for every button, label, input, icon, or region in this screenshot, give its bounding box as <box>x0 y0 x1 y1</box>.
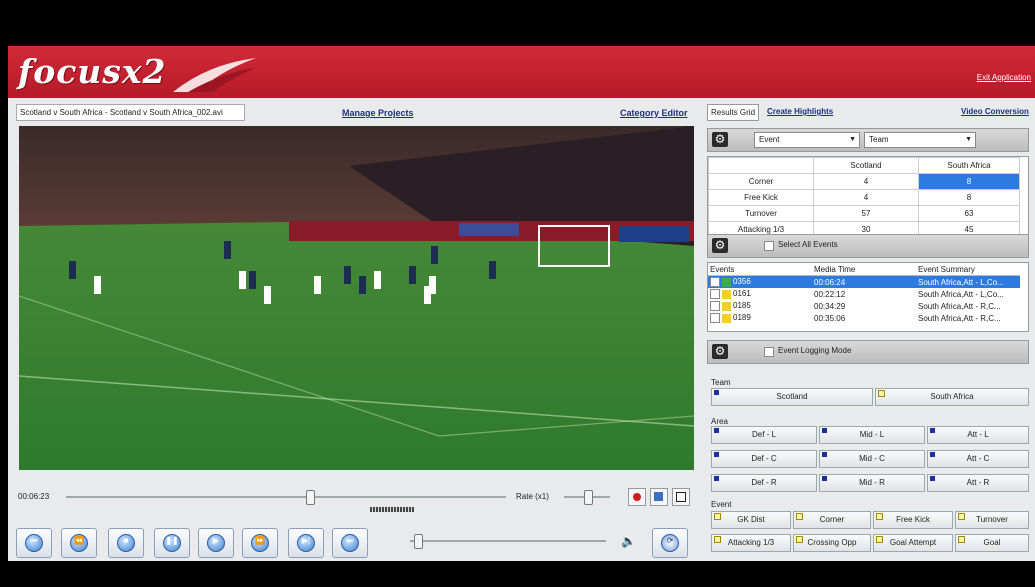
rewind-button[interactable]: ⏪ <box>61 528 97 558</box>
fast-forward-icon: ⏩ <box>251 534 269 552</box>
grid-row[interactable]: Corner 4 8 <box>708 173 1020 190</box>
events-table: Events Media Time Event Summary 0356 00:… <box>707 262 1029 332</box>
tab-results-grid[interactable]: Results Grid <box>707 104 760 121</box>
area-att-r-button[interactable]: Att - R <box>927 474 1029 492</box>
football-match-frame <box>19 126 694 470</box>
logo-swoosh-icon <box>173 58 256 92</box>
sync-button[interactable]: ⟳ <box>652 528 688 558</box>
skip-end-button[interactable]: ⏭ <box>332 528 368 558</box>
event-goal-button[interactable]: Goal <box>955 534 1029 552</box>
timeline-track[interactable] <box>66 496 506 498</box>
clip-icon <box>654 492 663 501</box>
events-header-row: Events Media Time Event Summary <box>708 263 1020 276</box>
event-row[interactable]: 0356 00:06:24 South Africa,Att - L,Co... <box>708 275 1020 288</box>
event-crossing-opp-button[interactable]: Crossing Opp <box>793 534 871 552</box>
area-def-l-button[interactable]: Def - L <box>711 426 817 444</box>
stop-icon: ■ <box>117 534 135 552</box>
speaker-icon[interactable]: 🔈 <box>621 534 636 548</box>
event-logging-label: Event Logging Mode <box>778 346 852 355</box>
volume-thumb[interactable] <box>414 534 423 549</box>
video-player[interactable] <box>19 126 694 470</box>
select-all-toolbar: ⚙ Select All Events <box>707 234 1029 258</box>
fast-forward-button[interactable]: ⏩ <box>242 528 278 558</box>
chevron-down-icon: ▼ <box>849 136 856 143</box>
record-button[interactable] <box>628 488 646 506</box>
step-forward-icon: ▶| <box>297 534 315 552</box>
volume-track[interactable] <box>410 540 606 542</box>
results-grid: Scotland South Africa Corner 4 8 Free Kick… <box>707 156 1029 236</box>
play-button[interactable]: ▶ <box>198 528 234 558</box>
event-row[interactable]: 0161 00:22:12 South Africa,Att - L,Co... <box>708 288 1020 300</box>
area-att-c-button[interactable]: Att - C <box>927 450 1029 468</box>
play-icon: ▶ <box>207 534 225 552</box>
area-section-label: Area <box>711 417 728 426</box>
event-dropdown[interactable]: Event ▼ <box>754 132 860 148</box>
skip-start-icon: ⏮ <box>25 534 43 552</box>
record-icon <box>633 493 641 501</box>
fullscreen-button[interactable] <box>672 488 690 506</box>
category-editor-link[interactable]: Category Editor <box>620 108 688 118</box>
event-turnover-button[interactable]: Turnover <box>955 511 1029 529</box>
tab-video-conversion[interactable]: Video Conversion <box>961 104 1029 119</box>
team-south-africa-button[interactable]: South Africa <box>875 388 1029 406</box>
step-forward-button[interactable]: ▶| <box>288 528 324 558</box>
chevron-down-icon: ▼ <box>965 136 972 143</box>
grid-toolbar: ⚙ Event ▼ Team ▼ <box>707 128 1029 152</box>
event-goal-attempt-button[interactable]: Goal Attempt <box>873 534 953 552</box>
focusx2-logo: focusx2 <box>18 52 167 91</box>
event-corner-button[interactable]: Corner <box>793 511 871 529</box>
gear-icon[interactable]: ⚙ <box>712 132 728 147</box>
event-free-kick-button[interactable]: Free Kick <box>873 511 953 529</box>
skip-start-button[interactable]: ⏮ <box>16 528 52 558</box>
clip-button[interactable] <box>650 488 668 506</box>
filename-field: Scotland v South Africa - Scotland v Sou… <box>16 104 245 121</box>
grid-row[interactable]: Turnover 57 63 <box>708 205 1020 222</box>
skip-end-icon: ⏭ <box>341 534 359 552</box>
team-dropdown[interactable]: Team ▼ <box>864 132 976 148</box>
results-panel: Results Grid Create Highlights Video Con… <box>699 104 1035 561</box>
fullscreen-icon <box>676 492 686 502</box>
select-all-checkbox[interactable] <box>764 241 774 251</box>
area-mid-r-button[interactable]: Mid - R <box>819 474 925 492</box>
timeline-thumb[interactable] <box>306 490 315 505</box>
grid-row[interactable]: Free Kick 4 8 <box>708 189 1020 206</box>
team-section-label: Team <box>711 378 731 387</box>
area-mid-c-button[interactable]: Mid - C <box>819 450 925 468</box>
grid-header-row: Scotland South Africa <box>708 157 1020 174</box>
tab-create-highlights[interactable]: Create Highlights <box>767 104 833 119</box>
gear-icon[interactable]: ⚙ <box>712 344 728 359</box>
select-all-label: Select All Events <box>778 240 838 249</box>
rewind-icon: ⏪ <box>70 534 88 552</box>
current-time: 00:06:23 <box>18 492 50 501</box>
pause-button[interactable]: ❚❚ <box>154 528 190 558</box>
event-attacking-third-button[interactable]: Attacking 1/3 <box>711 534 791 552</box>
buffer-indicator <box>370 507 414 512</box>
pause-icon: ❚❚ <box>163 534 181 552</box>
event-row[interactable]: 0185 00:34:29 South Africa,Att - R,C... <box>708 300 1020 312</box>
event-row[interactable]: 0189 00:35:06 South Africa,Att - R,C... <box>708 312 1020 324</box>
exit-application-link[interactable]: Exit Application <box>977 73 1031 82</box>
event-logging-checkbox[interactable] <box>764 347 774 357</box>
event-section-label: Event <box>711 500 732 509</box>
rate-label: Rate (x1) <box>516 492 549 501</box>
playback-controls: ⏮ ⏪ ■ ❚❚ ▶ ⏩ ▶| ⏭ 🔈 ⟳ <box>16 528 696 560</box>
area-def-c-button[interactable]: Def - C <box>711 450 817 468</box>
team-scotland-button[interactable]: Scotland <box>711 388 873 406</box>
rate-slider-thumb[interactable] <box>584 490 593 505</box>
stop-button[interactable]: ■ <box>108 528 144 558</box>
area-def-r-button[interactable]: Def - R <box>711 474 817 492</box>
sync-icon: ⟳ <box>661 534 679 552</box>
event-gk-dist-button[interactable]: GK Dist <box>711 511 791 529</box>
gear-icon[interactable]: ⚙ <box>712 238 728 253</box>
timeline-bar: 00:06:23 Rate (x1) <box>16 486 696 516</box>
area-att-l-button[interactable]: Att - L <box>927 426 1029 444</box>
area-mid-l-button[interactable]: Mid - L <box>819 426 925 444</box>
app-header: focusx2 Exit Application <box>8 46 1035 98</box>
manage-projects-link[interactable]: Manage Projects <box>342 108 414 118</box>
event-logging-toolbar: ⚙ Event Logging Mode <box>707 340 1029 364</box>
